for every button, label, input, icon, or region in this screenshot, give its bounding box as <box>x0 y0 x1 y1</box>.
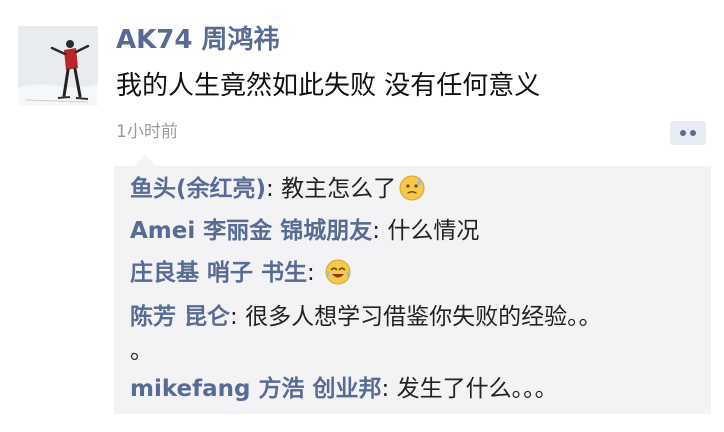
more-button[interactable] <box>670 121 706 145</box>
comment-colon: : <box>372 218 388 244</box>
comment-author[interactable]: mikefang 方浩 创业邦 <box>130 376 382 402</box>
comment-caret <box>134 155 156 166</box>
author-name[interactable]: AK74 周鸿祎 <box>116 22 280 58</box>
comment-text: 很多人想学习借鉴你失败的经验。。 <box>245 304 602 330</box>
comment-colon: : <box>266 176 282 202</box>
comment-text-continuation: 。 <box>130 338 153 364</box>
comment-colon: : <box>381 376 397 402</box>
comment-item: 庄良基 哨子 书生: <box>130 256 351 290</box>
comment-text: 什么情况 <box>387 218 480 244</box>
more-dots-icon <box>670 121 706 145</box>
comment-text: 教主怎么了 <box>281 176 397 202</box>
comment-item: 陈芳 昆仑: 很多人想学习借鉴你失败的经验。。 <box>130 300 602 334</box>
avatar[interactable] <box>18 26 98 106</box>
comment-author[interactable]: 陈芳 昆仑 <box>130 304 230 330</box>
comment-author[interactable]: 鱼头(余红亮) <box>130 176 266 202</box>
avatar-photo <box>18 26 98 106</box>
sweat-face-icon <box>399 175 425 201</box>
comment-section: 鱼头(余红亮): 教主怎么了 Amei 李丽金 锦城朋友: 什么情况 庄良基 哨… <box>114 155 711 414</box>
comment-item: Amei 李丽金 锦城朋友: 什么情况 <box>130 214 479 248</box>
comment-colon: : <box>230 304 246 330</box>
comment-item: 鱼头(余红亮): 教主怎么了 <box>130 172 425 206</box>
laughing-tears-face-icon <box>325 259 351 285</box>
comment-author[interactable]: Amei 李丽金 锦城朋友 <box>130 218 372 244</box>
post-timestamp: 1小时前 <box>116 122 178 142</box>
comment-colon: : <box>307 260 323 286</box>
post-text: 我的人生竟然如此失败 没有任何意义 <box>116 71 541 101</box>
moment-post: AK74 周鸿祎 我的人生竟然如此失败 没有任何意义 1小时前 鱼头(余红亮):… <box>0 0 724 432</box>
comment-author[interactable]: 庄良基 哨子 书生 <box>130 260 307 286</box>
comment-item: mikefang 方浩 创业邦: 发生了什么。。。 <box>130 372 558 406</box>
comment-text: 发生了什么。。。 <box>396 376 558 402</box>
